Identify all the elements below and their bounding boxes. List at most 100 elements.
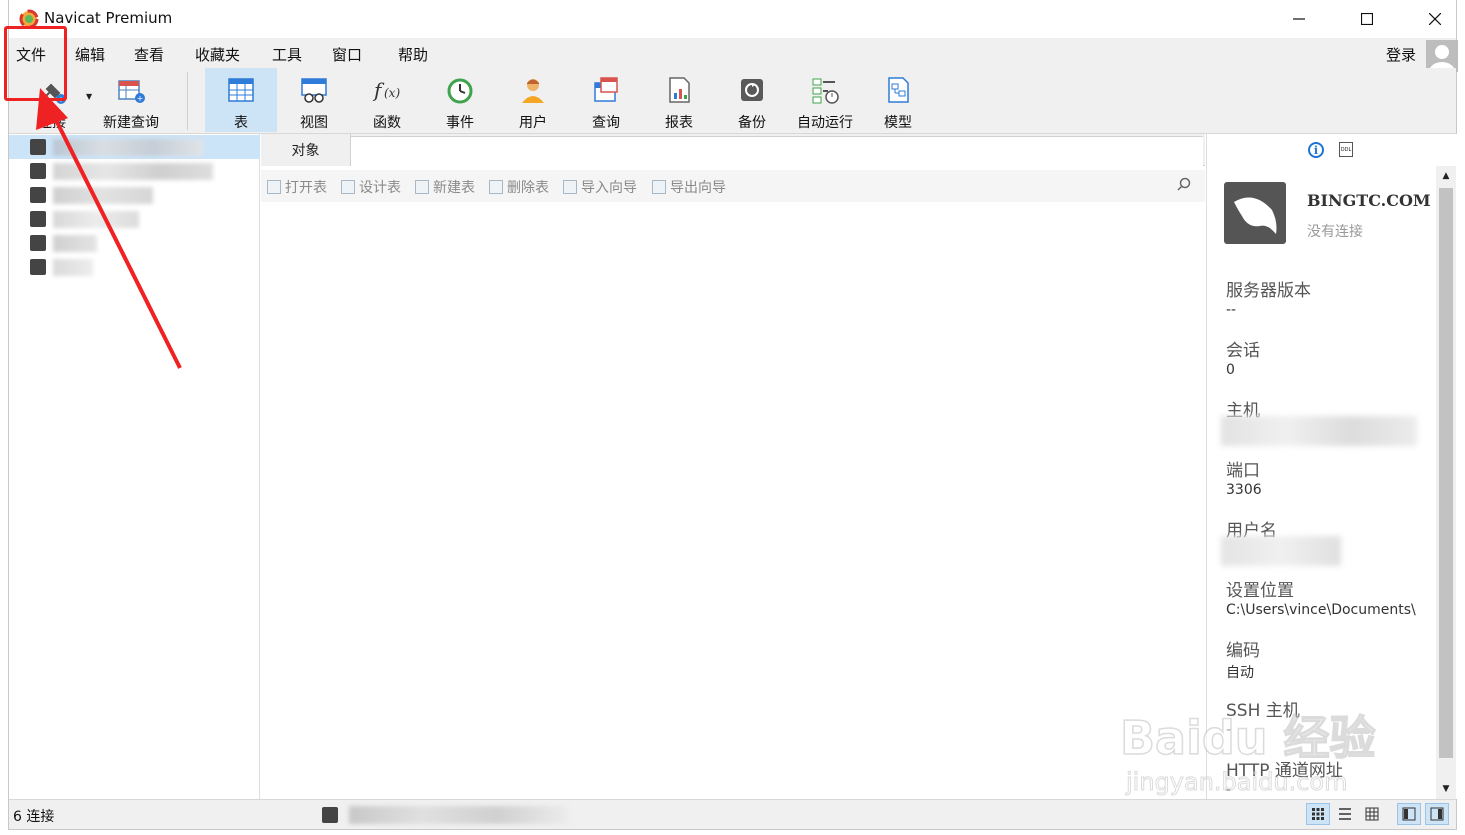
import-icon [563, 180, 577, 194]
design-table-icon [341, 180, 355, 194]
user-icon [522, 78, 544, 103]
export-wizard-button[interactable]: 导出向导 [652, 177, 726, 197]
tree-item-connection[interactable] [9, 159, 260, 183]
info-pane-header: i DDL [1207, 134, 1459, 166]
encoding-value: 自动 [1226, 665, 1254, 681]
new-table-button[interactable]: 新建表 [415, 177, 475, 197]
tool-schedule-label: 自动运行 [797, 115, 853, 131]
mysql-logo-icon [1224, 182, 1286, 244]
minimize-icon [1293, 18, 1305, 20]
dolphin-icon [1234, 197, 1277, 234]
backup-icon [741, 78, 763, 101]
tool-schedule[interactable]: 自动运行 [790, 68, 860, 132]
toolbar-divider [187, 72, 188, 130]
menu-help[interactable]: 帮助 [398, 44, 428, 65]
scroll-down-button[interactable]: ▼ [1436, 779, 1456, 799]
delete-table-button[interactable]: 删除表 [489, 177, 549, 197]
tool-report[interactable]: 报表 [644, 68, 714, 132]
view-icon [301, 77, 327, 103]
chevron-down-icon[interactable]: ▼ [86, 92, 92, 101]
open-table-button[interactable]: 打开表 [267, 177, 327, 197]
tool-report-label: 报表 [665, 115, 693, 131]
menu-edit[interactable]: 编辑 [75, 44, 105, 65]
import-wizard-button[interactable]: 导入向导 [563, 177, 637, 197]
tree-item-connection[interactable] [9, 183, 260, 207]
open-table-label: 打开表 [285, 180, 327, 196]
ddl-icon[interactable]: DDL [1339, 142, 1353, 157]
info-icon[interactable]: i [1308, 142, 1324, 158]
tool-function[interactable]: f (x) 函数 [352, 68, 422, 132]
delete-table-label: 删除表 [507, 180, 549, 196]
mysql-connection-icon [30, 259, 46, 275]
delete-table-icon [489, 180, 503, 194]
schedule-icon [812, 78, 839, 104]
connect-label: 连接 [38, 115, 66, 131]
new-query-button[interactable]: + 新建查询 [97, 68, 165, 132]
title-bar: Navicat Premium [9, 0, 1456, 38]
import-wizard-label: 导入向导 [581, 180, 637, 196]
new-query-label: 新建查询 [103, 115, 159, 131]
tree-item-connection[interactable] [9, 255, 260, 279]
new-table-label: 新建表 [433, 180, 475, 196]
design-table-button[interactable]: 设计表 [341, 177, 401, 197]
server-version-value: -- [1226, 302, 1237, 318]
toggle-right-pane-button[interactable] [1425, 803, 1449, 825]
tree-item-connection[interactable] [9, 207, 260, 231]
watermark-brand: Baidu 经验 [1119, 710, 1376, 766]
scroll-thumb[interactable] [1439, 188, 1453, 758]
window-title: Navicat Premium [44, 9, 173, 27]
watermark: Baidu 经验 jingyan.baidu.com [1119, 680, 1390, 800]
menu-window[interactable]: 窗口 [332, 44, 362, 65]
tree-item-connection[interactable] [9, 231, 260, 255]
tab-strip: 对象 [261, 134, 1205, 166]
redacted-host [1221, 416, 1417, 446]
settings-location-value: C:\Users\vince\Documents\ [1226, 602, 1416, 618]
sessions-value: 0 [1226, 362, 1235, 378]
detail-view-button[interactable] [1360, 803, 1384, 825]
list-view-button[interactable] [1333, 803, 1357, 825]
maximize-button[interactable] [1344, 0, 1390, 38]
tool-event[interactable]: 事件 [425, 68, 495, 132]
annotation-highlight-box [4, 26, 67, 101]
menu-tools[interactable]: 工具 [272, 44, 302, 65]
connection-status: 没有连接 [1307, 224, 1363, 240]
tool-backup[interactable]: 备份 [717, 68, 787, 132]
list-view-icon [1339, 808, 1351, 820]
grid-view-button[interactable] [1306, 803, 1330, 825]
table-icon [228, 77, 254, 102]
login-link[interactable]: 登录 [1386, 44, 1416, 65]
close-button[interactable] [1412, 0, 1458, 38]
scroll-up-button[interactable]: ▲ [1436, 166, 1456, 186]
tool-function-label: 函数 [373, 115, 401, 131]
pane-right-icon [1430, 807, 1444, 821]
tree-item-connection[interactable] [9, 135, 260, 159]
search-icon[interactable] [1175, 176, 1193, 194]
connection-name: BINGTC.COM [1307, 191, 1431, 210]
minimize-button[interactable] [1276, 0, 1322, 38]
tab-object[interactable]: 对象 [261, 134, 351, 166]
object-pane: 对象 打开表 设计表 新建表 删除表 导入向导 导出向导 [261, 134, 1205, 799]
tool-model-label: 模型 [884, 115, 912, 131]
svg-text:(x): (x) [384, 86, 400, 100]
tool-user[interactable]: 用户 [498, 68, 568, 132]
toolbar: + 连接 ▼ + 新建查询 表 视图 f (x) 函数 事件 用户 查询 报表 … [9, 68, 1456, 134]
status-bar: 6 连接 [9, 799, 1456, 829]
report-icon [669, 76, 690, 103]
mysql-connection-icon [30, 235, 46, 251]
sessions-label: 会话 [1226, 341, 1260, 361]
settings-location-label: 设置位置 [1226, 581, 1294, 601]
tool-view[interactable]: 视图 [279, 68, 349, 132]
tool-table[interactable]: 表 [205, 68, 277, 132]
redacted-status [349, 806, 569, 824]
info-scrollbar[interactable]: ▲ ▼ [1436, 166, 1456, 799]
tool-model[interactable]: 模型 [863, 68, 933, 132]
mysql-connection-icon [322, 807, 338, 823]
menu-view[interactable]: 查看 [134, 44, 164, 65]
tool-backup-label: 备份 [738, 115, 766, 131]
object-list[interactable] [271, 202, 1205, 799]
tool-query[interactable]: 查询 [571, 68, 641, 132]
redacted-name [53, 211, 139, 228]
grid-view-icon [1312, 808, 1324, 820]
menu-favorites[interactable]: 收藏夹 [195, 44, 240, 65]
toggle-left-pane-button[interactable] [1397, 803, 1421, 825]
